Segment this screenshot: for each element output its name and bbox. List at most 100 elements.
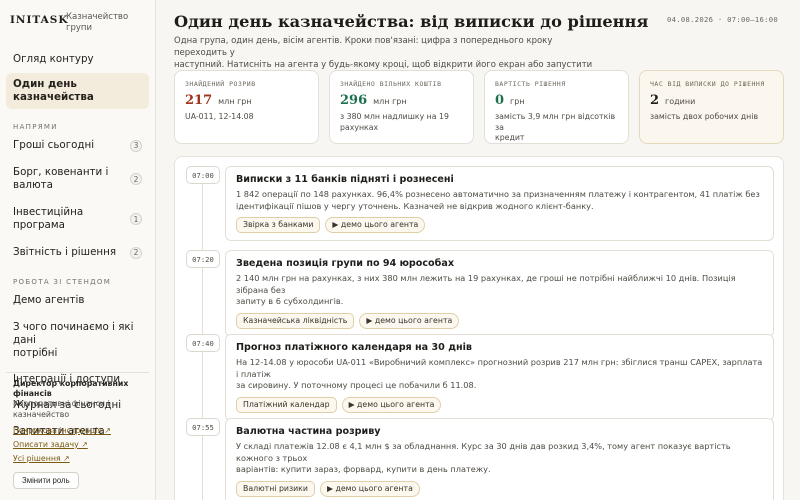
nav-item-label: Звітність і рішення xyxy=(13,246,117,258)
nav-item-label: Один день казначейства xyxy=(13,78,94,103)
step-card: Виписки з 11 банків підняті і рознесені … xyxy=(225,166,774,242)
stat-note: замість двох робочих днів xyxy=(650,112,773,123)
stat-note: UA-011, 12-14.08 xyxy=(185,112,308,123)
nav-item-label: Огляд контуру xyxy=(13,53,94,65)
brand-subtitle-line: Казначейство xyxy=(66,12,129,22)
step-card: Прогноз платіжного календаря на 30 днів … xyxy=(225,334,774,421)
step-description: 2 140 млн грн на рахунках, з них 380 млн… xyxy=(236,273,763,308)
brand[interactable]: INITASK Казначейство групи xyxy=(6,12,149,34)
user-department-line: Корпоративні фінанси і xyxy=(13,399,110,408)
nav-item-label: Борг, ковенанти і валюта xyxy=(13,166,109,191)
stat-unit: млн грн xyxy=(373,97,407,106)
nav-count-badge: 2 xyxy=(130,173,142,185)
stat-card-free-funds: ЗНАЙДЕНО ВІЛЬНИХ КОШТІВ 296 млн грн з 380… xyxy=(329,70,474,144)
step-title: Виписки з 11 банків підняті і рознесені xyxy=(236,174,454,185)
nav-section-stand: РОБОТА ЗІ СТЕНДОМ xyxy=(13,278,112,286)
stat-note-line: кредит xyxy=(495,133,525,142)
nav-item-treasury-day[interactable]: Один день казначейства xyxy=(6,73,149,109)
nav-section-directions: НАПРЯМИ xyxy=(13,123,58,131)
nav-item-cash-today[interactable]: Гроші сьогодні 3 xyxy=(6,134,149,157)
step-title: Валютна частина розриву xyxy=(236,426,381,437)
step-description: 1 842 операції по 148 рахунках. 96,4% ро… xyxy=(236,189,763,212)
step-description-line: запиту в 6 субхолдингів. xyxy=(236,296,344,307)
page-title: Один день казначейства: від виписки до р… xyxy=(174,12,649,31)
user-department-line: казначейство xyxy=(13,409,70,419)
stat-label: ЗНАЙДЕНО ВІЛЬНИХ КОШТІВ xyxy=(340,80,442,88)
stat-value: 217 xyxy=(185,93,213,108)
timeline-panel: 07:00 Виписки з 11 банків підняті і розн… xyxy=(174,156,784,500)
agent-chip[interactable]: Валютні ризики xyxy=(236,480,315,497)
stat-note-line: рахунках xyxy=(340,122,379,132)
nav-item-reporting[interactable]: Звітність і рішення 2 xyxy=(6,241,149,264)
demo-agent-button[interactable]: ▶ демо цього агента xyxy=(341,396,442,413)
agent-chip[interactable]: Платіжний календар xyxy=(236,396,337,413)
date-time-range: 04.08.2026 · 07:00–16:00 xyxy=(666,15,778,24)
step-time: 07:55 xyxy=(186,418,220,436)
step-description-line: за сировину. У поточному процесі це поба… xyxy=(236,380,477,391)
main-content: Один день казначейства: від виписки до р… xyxy=(174,0,784,500)
brand-subtitle-line: групи xyxy=(66,23,92,33)
step-description-line: 2 140 млн грн на рахунках, з них 380 млн… xyxy=(236,273,736,295)
sidebar: INITASK Казначейство групи Огляд контуру… xyxy=(0,0,156,500)
nav-item-label: Гроші сьогодні xyxy=(13,139,95,151)
step-time: 07:20 xyxy=(186,250,220,268)
step-description-line: 1 842 операції по 148 рахунках. 96,4% ро… xyxy=(236,189,760,199)
nav-item-investment[interactable]: Інвестиційна програма 1 xyxy=(6,201,149,237)
stat-card-decision-cost: ВАРТІСТЬ РІШЕННЯ 0 грн замість 3,9 млн гр… xyxy=(484,70,629,144)
demo-agent-button[interactable]: ▶ демо цього агента xyxy=(319,480,420,497)
stat-label: ЗНАЙДЕНИЙ РОЗРИВ xyxy=(185,80,256,88)
step-card: Валютна частина розриву У складі платежі… xyxy=(225,418,774,500)
agent-chip[interactable]: Казначейська ліквідність xyxy=(236,312,355,329)
stat-value: 296 xyxy=(340,93,368,108)
link-all-solutions[interactable]: Усі рішення ↗ xyxy=(13,454,142,463)
nav-item-label: Демо агентів xyxy=(13,294,85,306)
stat-note-line: замість 3,9 млн грн відсотків за xyxy=(495,112,616,132)
stat-value: 2 xyxy=(650,93,660,108)
user-department: Корпоративні фінанси і казначейство xyxy=(13,399,142,420)
demo-agent-button[interactable]: ▶ демо цього агента xyxy=(359,312,460,329)
step-title: Прогноз платіжного календаря на 30 днів xyxy=(236,342,472,353)
stat-card-time-to-decision: ЧАС ВІД ВИПИСКИ ДО РІШЕННЯ 2 години заміс… xyxy=(639,70,784,144)
step-description-line: варіантів: купити зараз, форвард, купити… xyxy=(236,464,491,475)
demo-agent-button[interactable]: ▶ демо цього агента xyxy=(325,217,426,234)
step-title: Зведена позиція групи по 94 юрособах xyxy=(236,258,455,269)
nav-count-badge: 2 xyxy=(130,246,142,259)
nav-item-label: Інвестиційна програма xyxy=(13,206,84,231)
nav-item-getting-started[interactable]: З чого починаємо і які дані потрібні xyxy=(6,316,149,365)
stat-value: 0 xyxy=(495,93,505,108)
stat-card-gap: ЗНАЙДЕНИЙ РОЗРИВ 217 млн грн UA-011, 12-1… xyxy=(174,70,319,144)
sidebar-footer: Директор корпоративних фінансів Корпорат… xyxy=(6,372,149,489)
stat-note-line: замість двох робочих днів xyxy=(650,112,759,121)
step-description: У складі платежів 12.08 є 4,1 млн $ за о… xyxy=(236,441,763,476)
agent-chip[interactable]: Звірка з банками xyxy=(236,217,321,234)
stats-row: ЗНАЙДЕНИЙ РОЗРИВ 217 млн грн UA-011, 12-1… xyxy=(174,70,784,144)
page-intro-line: Одна група, один день, вісім агентів. Кр… xyxy=(174,36,553,58)
stat-note-line: з 380 млн надлишку на 19 xyxy=(340,112,449,121)
nav-item-label: З чого починаємо і які дані xyxy=(13,321,134,346)
step-card: Зведена позиція групи по 94 юрособах 2 1… xyxy=(225,250,774,337)
brand-subtitle: Казначейство групи xyxy=(66,12,128,34)
nav-item-debt-fx[interactable]: Борг, ковенанти і валюта 2 xyxy=(6,161,149,197)
step-description-line: На 12-14.08 у юрособи UA-011 «Виробничий… xyxy=(236,357,763,379)
stat-unit: млн грн xyxy=(218,97,252,106)
stat-label: ВАРТІСТЬ РІШЕННЯ xyxy=(495,80,566,88)
stat-note: замість 3,9 млн грн відсотків за кредит xyxy=(495,112,618,144)
step-time: 07:00 xyxy=(186,166,220,184)
user-role-line: фінансів xyxy=(13,389,52,398)
stat-unit: години xyxy=(665,97,696,106)
link-describe-task[interactable]: Описати задачу ↗ xyxy=(13,440,142,449)
stat-note: з 380 млн надлишку на 19 рахунках xyxy=(340,112,463,133)
step-description-line: ідентифікації пішов у чергу уточнень. Ка… xyxy=(236,200,594,211)
nav-count-badge: 3 xyxy=(130,139,142,152)
stat-label: ЧАС ВІД ВИПИСКИ ДО РІШЕННЯ xyxy=(650,80,765,88)
brand-logo: INITASK xyxy=(10,14,69,26)
stat-unit: грн xyxy=(510,97,525,106)
user-role-line: Директор корпоративних xyxy=(13,379,129,388)
step-description-line: У складі платежів 12.08 є 4,1 млн $ за о… xyxy=(236,441,731,463)
link-step-guide[interactable]: Покрокова інструкція ↗ xyxy=(13,426,142,435)
nav-item-agent-demo[interactable]: Демо агентів xyxy=(6,289,149,312)
user-role: Директор корпоративних фінансів xyxy=(13,379,142,399)
stat-note-line: UA-011, 12-14.08 xyxy=(185,112,254,121)
nav-item-overview[interactable]: Огляд контуру xyxy=(6,48,149,71)
change-role-button[interactable]: Змінити роль xyxy=(13,472,79,489)
